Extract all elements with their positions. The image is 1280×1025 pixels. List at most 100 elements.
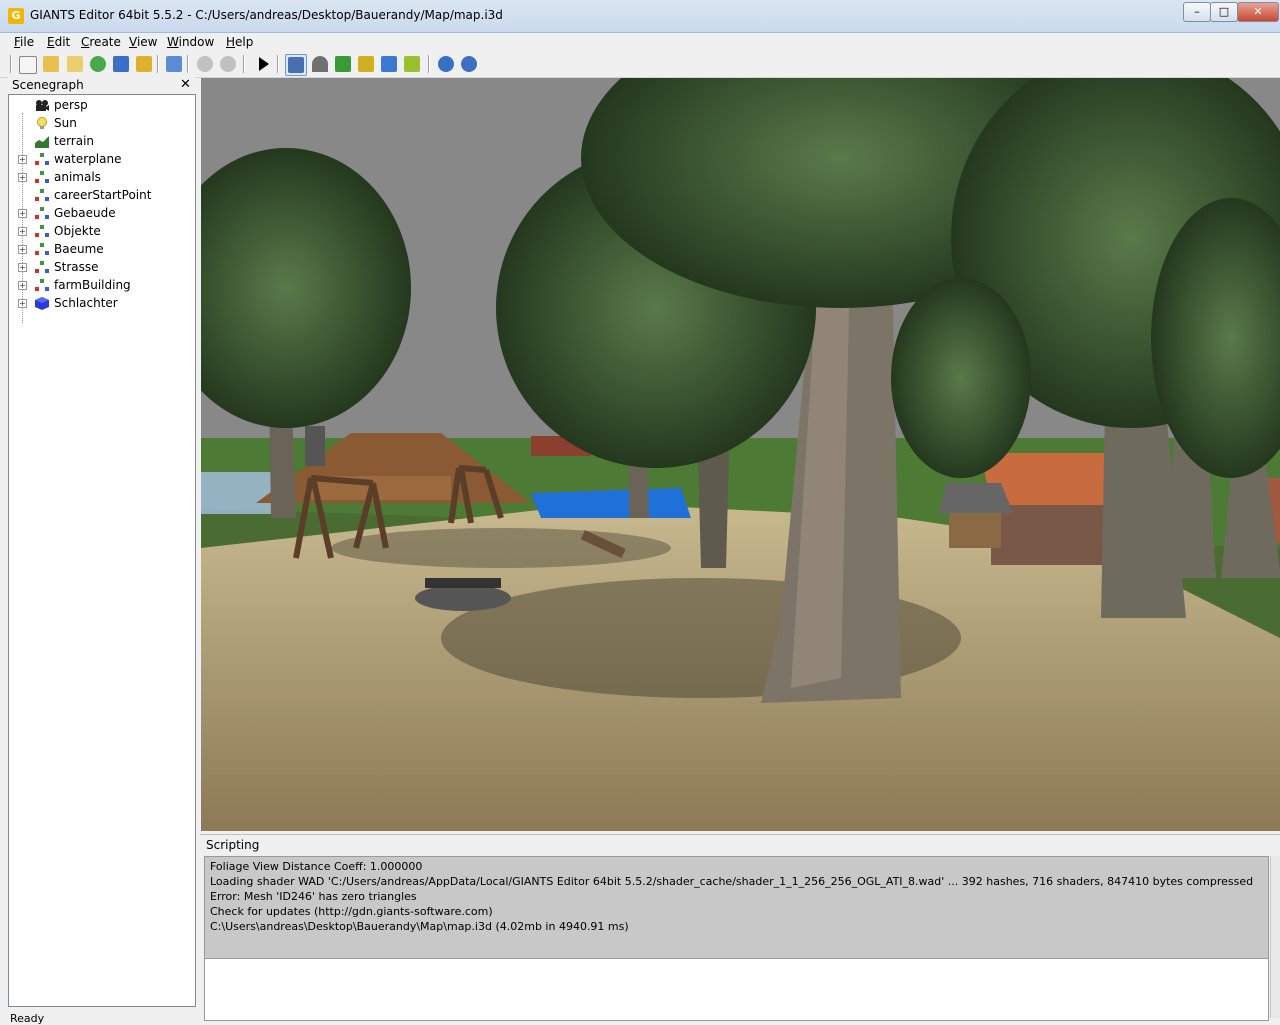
scene-render xyxy=(201,78,1280,831)
scripting-log: Foliage View Distance Coeff: 1.000000 Lo… xyxy=(204,856,1269,959)
status-text: Ready xyxy=(10,1012,45,1025)
tree-item-waterplane[interactable]: + waterplane xyxy=(9,151,195,169)
magnet-snap-button[interactable] xyxy=(310,54,330,74)
transform-group-icon xyxy=(35,189,49,201)
script-input-field[interactable] xyxy=(204,958,1269,1021)
menu-help[interactable]: Help xyxy=(226,35,253,49)
tree-label: Baeume xyxy=(54,242,104,256)
expand-toggle[interactable]: + xyxy=(18,173,27,182)
edit-button[interactable] xyxy=(65,54,85,74)
tree-label: Objekte xyxy=(54,224,101,238)
transform-group-icon xyxy=(35,243,49,255)
toolbar-separator xyxy=(243,55,245,73)
scripting-title: Scripting xyxy=(206,838,260,852)
scripting-scrollbar[interactable] xyxy=(1270,856,1280,1018)
camera-icon xyxy=(36,100,49,111)
search-settings-button[interactable] xyxy=(459,54,479,74)
settings-cycle-button[interactable] xyxy=(436,54,456,74)
tree-label: Strasse xyxy=(54,260,99,274)
import-icon xyxy=(166,56,182,72)
magnet-icon xyxy=(312,56,328,72)
log-line: C:\Users\andreas\Desktop\Bauerandy\Map\m… xyxy=(210,920,629,933)
tree-label: farmBuilding xyxy=(54,278,131,292)
toolbar-separator xyxy=(277,55,279,73)
menu-edit[interactable]: Edit xyxy=(47,35,70,49)
log-line: Foliage View Distance Coeff: 1.000000 xyxy=(210,860,423,873)
scenegraph-title: Scenegraph xyxy=(12,78,84,92)
toolbar-grip xyxy=(10,55,12,73)
tree-item-farm-building[interactable]: + farmBuilding xyxy=(9,277,195,295)
save-icon xyxy=(113,56,129,72)
maximize-button[interactable]: □ xyxy=(1210,2,1238,22)
expand-toggle[interactable]: + xyxy=(18,209,27,218)
transform-group-icon xyxy=(35,171,49,183)
new-file-button[interactable] xyxy=(17,54,37,74)
tree-item-objekte[interactable]: + Objekte xyxy=(9,223,195,241)
title-bar: G GIANTS Editor 64bit 5.5.2 - C:/Users/a… xyxy=(0,0,1280,33)
scenegraph-tree: persp Sun terrain + waterplane + animals… xyxy=(8,94,196,1007)
import-button[interactable] xyxy=(164,54,184,74)
terrain-paint-button[interactable] xyxy=(333,54,353,74)
refresh-button[interactable] xyxy=(88,54,108,74)
menu-window[interactable]: Window xyxy=(167,35,214,49)
tree-item-animals[interactable]: + animals xyxy=(9,169,195,187)
tree-item-career-start-point[interactable]: careerStartPoint xyxy=(9,187,195,205)
terrain-sculpt-button[interactable] xyxy=(379,54,399,74)
expand-toggle[interactable]: + xyxy=(18,155,27,164)
menu-bar: File Edit Create View Window Help xyxy=(0,33,1280,51)
tree-item-gebaeude[interactable]: + Gebaeude xyxy=(9,205,195,223)
tree-item-baeume[interactable]: + Baeume xyxy=(9,241,195,259)
transform-group-icon xyxy=(35,225,49,237)
tree-label: animals xyxy=(54,170,101,184)
expand-toggle[interactable]: + xyxy=(18,281,27,290)
refresh-icon xyxy=(90,56,106,72)
edit-icon xyxy=(67,56,83,72)
menu-file[interactable]: File xyxy=(14,35,34,49)
menu-view[interactable]: View xyxy=(129,35,157,49)
minimize-button[interactable]: – xyxy=(1183,2,1211,22)
tree-label: careerStartPoint xyxy=(54,188,152,202)
tree-label: persp xyxy=(54,98,88,112)
tree-item-persp[interactable]: persp xyxy=(9,97,195,115)
play-icon xyxy=(259,57,269,71)
expand-toggle[interactable]: + xyxy=(18,227,27,236)
home-camera-icon xyxy=(288,57,304,73)
tree-label: Schlachter xyxy=(54,296,118,310)
foliage-button[interactable] xyxy=(402,54,422,74)
menu-create[interactable]: Create xyxy=(81,35,121,49)
tree-item-schlachter[interactable]: + Schlachter xyxy=(9,295,195,313)
terrain-sculpt-icon xyxy=(381,56,397,72)
tree-item-sun[interactable]: Sun xyxy=(9,115,195,133)
terrain-paint-icon xyxy=(335,56,351,72)
expand-toggle[interactable]: + xyxy=(18,263,27,272)
foliage-icon xyxy=(404,56,420,72)
transform-group-icon xyxy=(35,153,49,165)
undo-button[interactable] xyxy=(195,54,215,74)
toolbar-separator xyxy=(187,55,189,73)
tree-item-strasse[interactable]: + Strasse xyxy=(9,259,195,277)
shape-cube-icon xyxy=(35,297,49,310)
open-folder-icon xyxy=(43,56,59,72)
open-file-button[interactable] xyxy=(41,54,61,74)
tree-label: terrain xyxy=(54,134,95,148)
redo-button[interactable] xyxy=(218,54,238,74)
settings-cycle-icon xyxy=(438,56,454,72)
save-as-button[interactable] xyxy=(134,54,154,74)
home-camera-button[interactable] xyxy=(285,54,307,76)
light-bulb-icon xyxy=(37,117,47,129)
search-settings-icon xyxy=(461,56,477,72)
scenegraph-close-button[interactable]: ✕ xyxy=(180,77,191,92)
expand-toggle[interactable]: + xyxy=(18,299,27,308)
redo-icon xyxy=(220,56,236,72)
foliage-paint-button[interactable] xyxy=(356,54,376,74)
save-button[interactable] xyxy=(111,54,131,74)
tree-item-terrain[interactable]: terrain xyxy=(9,133,195,151)
expand-toggle[interactable]: + xyxy=(18,245,27,254)
tree-label: waterplane xyxy=(54,152,122,166)
new-file-icon xyxy=(19,56,37,74)
play-button[interactable] xyxy=(253,54,273,74)
log-line: Check for updates (http://gdn.giants-sof… xyxy=(210,905,493,918)
toolbar-separator xyxy=(157,55,159,73)
3d-viewport[interactable] xyxy=(201,78,1280,831)
close-window-button[interactable]: ✕ xyxy=(1237,2,1279,22)
